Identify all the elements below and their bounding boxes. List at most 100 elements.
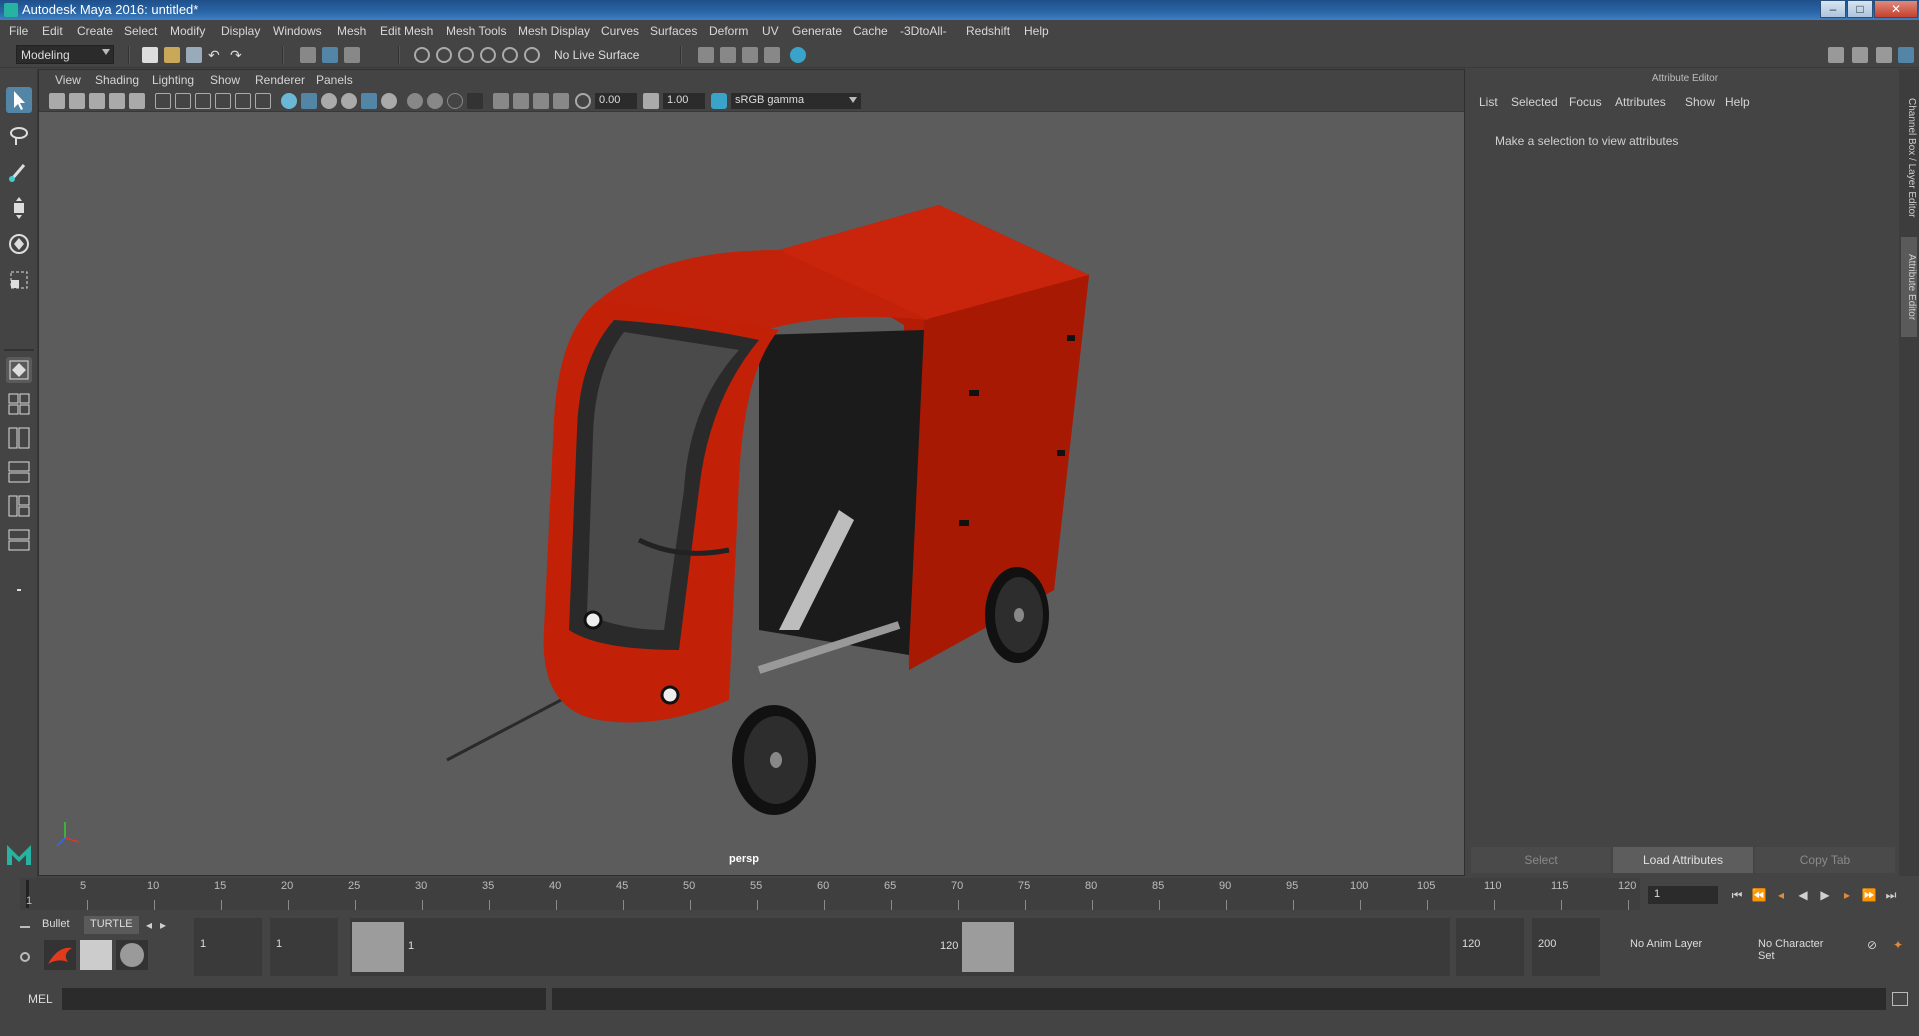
render-frame-icon[interactable] — [698, 47, 714, 63]
graph-editor-layout-icon[interactable] — [6, 459, 32, 485]
menu-file[interactable]: File — [9, 24, 28, 38]
animation-preferences-icon[interactable]: ✦ — [1888, 936, 1908, 954]
menu-3dtoall[interactable]: -3DtoAll- — [900, 24, 947, 38]
open-scene-icon[interactable] — [164, 47, 180, 63]
menu-create[interactable]: Create — [77, 24, 113, 38]
go-to-start-icon[interactable]: ⏮ — [1728, 886, 1746, 904]
menu-cache[interactable]: Cache — [853, 24, 888, 38]
menu-mesh-display[interactable]: Mesh Display — [518, 24, 590, 38]
snap-to-view-plane-icon[interactable] — [502, 47, 518, 63]
maximize-button[interactable]: □ — [1847, 0, 1873, 18]
move-tool-icon[interactable] — [6, 195, 32, 221]
modeling-toolkit-icon[interactable] — [1828, 47, 1844, 63]
menu-mesh-tools[interactable]: Mesh Tools — [446, 24, 506, 38]
range-slider[interactable]: 1 120 — [350, 918, 1450, 976]
custom-layout-icon[interactable] — [6, 527, 32, 553]
ipr-render-icon[interactable] — [720, 47, 736, 63]
tool-settings-icon[interactable] — [1876, 47, 1892, 63]
step-back-key-icon[interactable]: ⏪ — [1750, 886, 1768, 904]
menu-display[interactable]: Display — [221, 24, 260, 38]
anim-layer-dropdown[interactable]: No Anim Layer — [1620, 918, 1724, 976]
live-surface-field[interactable]: No Live Surface — [550, 46, 658, 64]
make-live-icon[interactable] — [524, 47, 540, 63]
go-to-end-icon[interactable]: ⏭ — [1882, 886, 1900, 904]
step-back-frame-icon[interactable]: ◂ — [1772, 886, 1790, 904]
select-tool-icon[interactable] — [6, 87, 32, 113]
auto-key-icon[interactable]: ⊘ — [1862, 936, 1882, 954]
menu-uv[interactable]: UV — [762, 24, 779, 38]
menu-edit[interactable]: Edit — [42, 24, 63, 38]
play-backwards-icon[interactable]: ◀ — [1794, 886, 1812, 904]
tab-channel-box-layer-editor[interactable]: Channel Box / Layer Editor — [1901, 83, 1917, 233]
four-view-layout-icon[interactable] — [6, 391, 32, 417]
collapse-toolbox-icon[interactable] — [6, 577, 32, 603]
hypershade-layout-icon[interactable] — [6, 493, 32, 519]
shelf-button-sphere[interactable] — [116, 940, 148, 970]
snap-to-grid-icon[interactable] — [414, 47, 430, 63]
step-forward-key-icon[interactable]: ⏩ — [1860, 886, 1878, 904]
menu-mesh[interactable]: Mesh — [337, 24, 366, 38]
menu-deform[interactable]: Deform — [709, 24, 748, 38]
current-frame-field[interactable]: 1 — [1648, 886, 1718, 904]
render-settings-icon[interactable] — [742, 47, 758, 63]
attr-menu-show[interactable]: Show — [1685, 95, 1715, 109]
step-forward-frame-icon[interactable]: ▸ — [1838, 886, 1856, 904]
new-scene-icon[interactable] — [142, 47, 158, 63]
command-input[interactable] — [62, 988, 546, 1010]
menu-set-dropdown[interactable]: Modeling — [16, 45, 114, 64]
animation-end-field[interactable]: 200 — [1532, 918, 1600, 976]
shelf-tab-turtle[interactable]: TURTLE — [84, 916, 139, 934]
command-language-label[interactable]: MEL — [28, 992, 53, 1006]
close-button[interactable]: ✕ — [1874, 0, 1918, 18]
menu-edit-mesh[interactable]: Edit Mesh — [380, 24, 433, 38]
script-editor-icon[interactable] — [1892, 992, 1908, 1006]
minimize-button[interactable]: – — [1820, 0, 1846, 18]
menu-windows[interactable]: Windows — [273, 24, 322, 38]
menu-surfaces[interactable]: Surfaces — [650, 24, 697, 38]
load-attributes-button[interactable]: Load Attributes — [1613, 847, 1753, 873]
playback-end-field[interactable]: 120 — [1456, 918, 1524, 976]
undo-icon[interactable]: ↶ — [208, 47, 224, 63]
attr-menu-list[interactable]: List — [1479, 95, 1498, 109]
hypershade-icon[interactable] — [764, 47, 780, 63]
shelf-scroll-right-icon[interactable]: ▸ — [154, 916, 172, 934]
attribute-editor-toggle-icon[interactable] — [1852, 47, 1868, 63]
lasso-tool-icon[interactable] — [6, 123, 32, 149]
save-scene-icon[interactable] — [186, 47, 202, 63]
copy-tab-button[interactable]: Copy Tab — [1755, 847, 1895, 873]
paint-select-tool-icon[interactable] — [6, 159, 32, 185]
range-end-handle[interactable] — [962, 922, 1014, 972]
attr-menu-focus[interactable]: Focus — [1569, 95, 1602, 109]
select-button[interactable]: Select — [1471, 847, 1611, 873]
redo-icon[interactable]: ↷ — [230, 47, 246, 63]
time-slider[interactable]: 1 5 10 15 20 25 30 35 40 45 50 55 60 65 … — [20, 878, 1640, 910]
tab-attribute-editor[interactable]: Attribute Editor — [1901, 237, 1917, 337]
menu-generate[interactable]: Generate — [792, 24, 842, 38]
shelf-settings-icon[interactable] — [20, 952, 30, 962]
scale-tool-icon[interactable] — [6, 267, 32, 293]
snap-to-curve-icon[interactable] — [436, 47, 452, 63]
channel-box-toggle-icon[interactable] — [1898, 47, 1914, 63]
select-by-object-icon[interactable] — [322, 47, 338, 63]
shelf-button-fire[interactable] — [44, 940, 76, 970]
menu-curves[interactable]: Curves — [601, 24, 639, 38]
shelf-button-render[interactable] — [80, 940, 112, 970]
menu-help[interactable]: Help — [1024, 24, 1049, 38]
snap-to-point-icon[interactable] — [458, 47, 474, 63]
snap-to-projected-center-icon[interactable] — [480, 47, 496, 63]
play-forwards-icon[interactable]: ▶ — [1816, 886, 1834, 904]
menu-redshift[interactable]: Redshift — [966, 24, 1010, 38]
shelf-tab-bullet[interactable]: Bullet — [36, 916, 76, 934]
menu-modify[interactable]: Modify — [170, 24, 205, 38]
animation-start-field[interactable]: 1 — [194, 918, 262, 976]
character-set-dropdown[interactable]: No Character Set — [1750, 918, 1846, 976]
attr-menu-selected[interactable]: Selected — [1511, 95, 1558, 109]
select-by-component-icon[interactable] — [344, 47, 360, 63]
range-start-handle[interactable] — [352, 922, 404, 972]
select-by-hierarchy-icon[interactable] — [300, 47, 316, 63]
playback-start-field[interactable]: 1 — [270, 918, 338, 976]
attr-menu-attributes[interactable]: Attributes — [1615, 95, 1666, 109]
outliner-layout-icon[interactable] — [6, 425, 32, 451]
attr-menu-help[interactable]: Help — [1725, 95, 1750, 109]
single-perspective-view-icon[interactable] — [6, 357, 32, 383]
